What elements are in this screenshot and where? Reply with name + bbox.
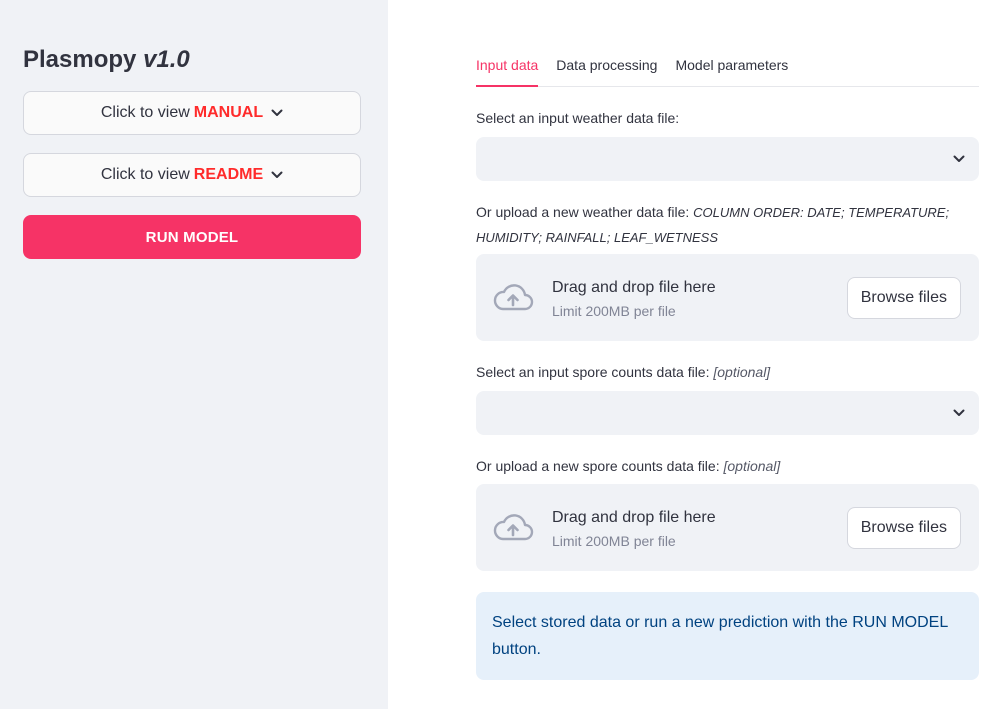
weather-file-uploader[interactable]: Drag and drop file here Limit 200MB per …	[476, 254, 979, 341]
tab-model-parameters[interactable]: Model parameters	[675, 57, 788, 86]
readme-expander[interactable]: Click to view README	[23, 153, 361, 197]
weather-upload-label: Or upload a new weather data file: COLUM…	[476, 200, 979, 250]
browse-files-button[interactable]: Browse files	[846, 276, 961, 319]
uploader-drop-text: Drag and drop file here	[552, 508, 716, 526]
weather-select-label-text: Select an input weather data file:	[476, 110, 680, 126]
uploader-drop-text: Drag and drop file here	[552, 278, 716, 296]
spore-select-optional: [optional]	[713, 364, 771, 380]
weather-select-label: Select an input weather data file:	[476, 106, 979, 130]
info-alert-text: Select stored data or run a new predicti…	[492, 614, 948, 658]
app-root: Plasmopy v1.0 Click to view MANUAL Click…	[0, 0, 997, 709]
info-alert: Select stored data or run a new predicti…	[476, 592, 979, 680]
uploader-limit-text: Limit 200MB per file	[552, 302, 676, 319]
spore-select-label-text: Select an input spore counts data file:	[476, 364, 710, 380]
tab-input-data[interactable]: Input data	[476, 57, 539, 87]
spore-file-select[interactable]	[476, 391, 979, 435]
manual-expander[interactable]: Click to view MANUAL	[23, 91, 361, 135]
app-title-version: v1.0	[143, 46, 190, 73]
weather-upload-hint-1: COLUMN ORDER: DATE; TEMPERATURE;	[693, 205, 950, 220]
uploader-instructions: Drag and drop file here Limit 200MB per …	[552, 507, 847, 549]
cloud-upload-icon	[492, 283, 534, 313]
spore-select-label: Select an input spore counts data file: …	[476, 360, 979, 384]
readme-expander-prefix: Click to view	[100, 166, 190, 183]
chevron-down-icon	[271, 109, 283, 117]
chevron-down-icon	[271, 171, 283, 179]
cloud-upload-icon	[492, 513, 534, 543]
spore-upload-label-text: Or upload a new spore counts data file:	[476, 458, 720, 474]
manual-expander-prefix: Click to view	[100, 104, 190, 121]
main-content: Input data Data processing Model paramet…	[388, 0, 997, 709]
chevron-down-icon	[953, 155, 965, 163]
readme-expander-accent: README	[193, 166, 264, 183]
run-model-button[interactable]: RUN MODEL	[23, 215, 361, 259]
browse-files-button[interactable]: Browse files	[846, 506, 961, 549]
tab-bar: Input data Data processing Model paramet…	[476, 40, 979, 87]
manual-expander-accent: MANUAL	[193, 104, 264, 121]
app-title-name: Plasmopy	[23, 46, 137, 73]
spore-upload-optional: [optional]	[723, 458, 781, 474]
sidebar: Plasmopy v1.0 Click to view MANUAL Click…	[0, 0, 388, 709]
chevron-down-icon	[953, 409, 965, 417]
weather-upload-hint-2: HUMIDITY; RAINFALL; LEAF_WETNESS	[476, 230, 718, 245]
spore-file-uploader[interactable]: Drag and drop file here Limit 200MB per …	[476, 484, 979, 571]
uploader-instructions: Drag and drop file here Limit 200MB per …	[552, 277, 847, 319]
spore-upload-label: Or upload a new spore counts data file: …	[476, 454, 979, 478]
uploader-limit-text: Limit 200MB per file	[552, 532, 676, 549]
weather-file-select[interactable]	[476, 137, 979, 181]
tab-data-processing[interactable]: Data processing	[556, 57, 657, 86]
weather-upload-label-text: Or upload a new weather data file:	[476, 204, 690, 220]
app-title: Plasmopy v1.0	[23, 45, 361, 75]
